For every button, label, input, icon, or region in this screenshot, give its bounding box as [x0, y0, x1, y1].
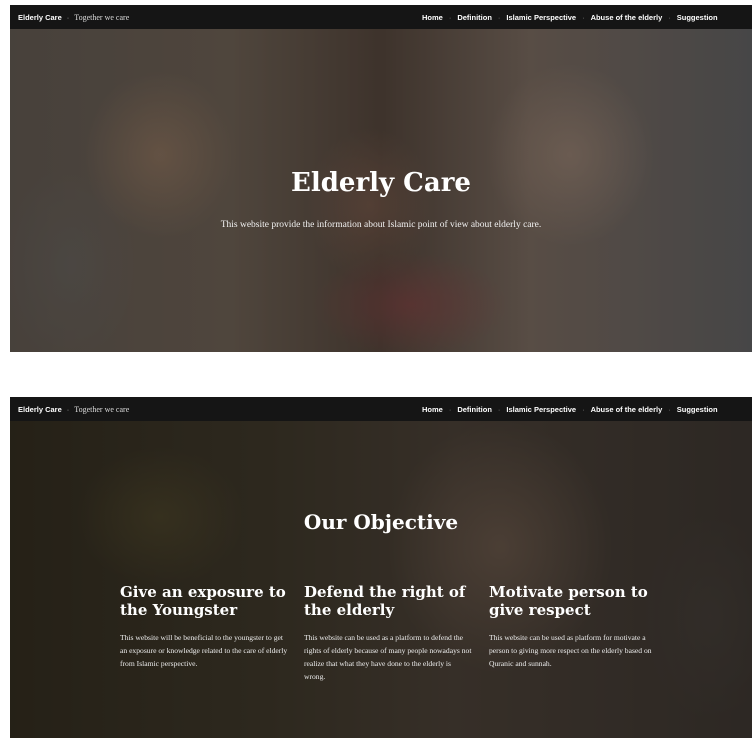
objective-heading: Defend the right of the elderly	[304, 583, 466, 619]
brand-name[interactable]: Elderly Care	[18, 405, 62, 414]
objective-column: Give an exposure to the Youngster This w…	[120, 583, 290, 678]
nav-separator: ·	[497, 12, 501, 22]
brand-tagline: Together we care	[74, 404, 130, 414]
objective-text: This website will be beneficial to the y…	[120, 633, 288, 668]
nav-separator: ·	[668, 12, 671, 22]
brand-separator: ·	[66, 404, 70, 414]
nav-abuse-of-elderly[interactable]: Abuse of the elderly	[591, 13, 663, 22]
nav-islamic-perspective[interactable]: Islamic Perspective	[506, 13, 576, 22]
nav-suggestion[interactable]: Suggestion	[677, 13, 718, 22]
nav-home[interactable]: Home	[422, 13, 443, 22]
objective-text: This website can be used as a platform t…	[304, 633, 472, 681]
brand[interactable]: Elderly Care · Together we care	[18, 405, 129, 414]
top-navbar: Elderly Care · Together we care Home · D…	[10, 397, 752, 421]
nav-home[interactable]: Home	[422, 405, 443, 414]
nav-separator: ·	[582, 12, 585, 22]
nav-separator: ·	[497, 404, 501, 414]
nav-abuse-of-elderly[interactable]: Abuse of the elderly	[591, 405, 663, 414]
nav-definition[interactable]: Definition	[457, 405, 492, 414]
objective-section: Elderly Care · Together we care Home · D…	[10, 397, 752, 738]
objective-text: This website can be used as platform for…	[489, 633, 652, 668]
objective-title: Our Objective	[303, 510, 459, 534]
nav-separator: ·	[582, 404, 585, 414]
nav-separator: ·	[448, 12, 452, 22]
hero-section: Elderly Care · Together we care Home · D…	[10, 5, 752, 352]
hero-title: Elderly Care	[291, 168, 471, 198]
objective-column: Motivate person to give respect This web…	[489, 583, 659, 678]
top-navbar: Elderly Care · Together we care Home · D…	[10, 5, 752, 29]
nav-separator: ·	[668, 404, 671, 414]
main-nav: Home · Definition · Islamic Perspective …	[422, 5, 718, 29]
nav-definition[interactable]: Definition	[457, 13, 492, 22]
brand-tagline: Together we care	[74, 12, 130, 22]
objective-heading: Give an exposure to the Youngster	[120, 583, 286, 619]
main-nav: Home · Definition · Islamic Perspective …	[422, 397, 718, 421]
hero-subtitle: This website provide the information abo…	[220, 220, 542, 230]
brand-name[interactable]: Elderly Care	[18, 13, 62, 22]
nav-suggestion[interactable]: Suggestion	[677, 405, 718, 414]
objective-heading: Motivate person to give respect	[489, 583, 648, 619]
nav-separator: ·	[448, 404, 452, 414]
brand[interactable]: Elderly Care · Together we care	[18, 13, 129, 22]
objective-column: Defend the right of the elderly This web…	[304, 583, 474, 691]
brand-separator: ·	[66, 12, 70, 22]
nav-islamic-perspective[interactable]: Islamic Perspective	[506, 405, 576, 414]
